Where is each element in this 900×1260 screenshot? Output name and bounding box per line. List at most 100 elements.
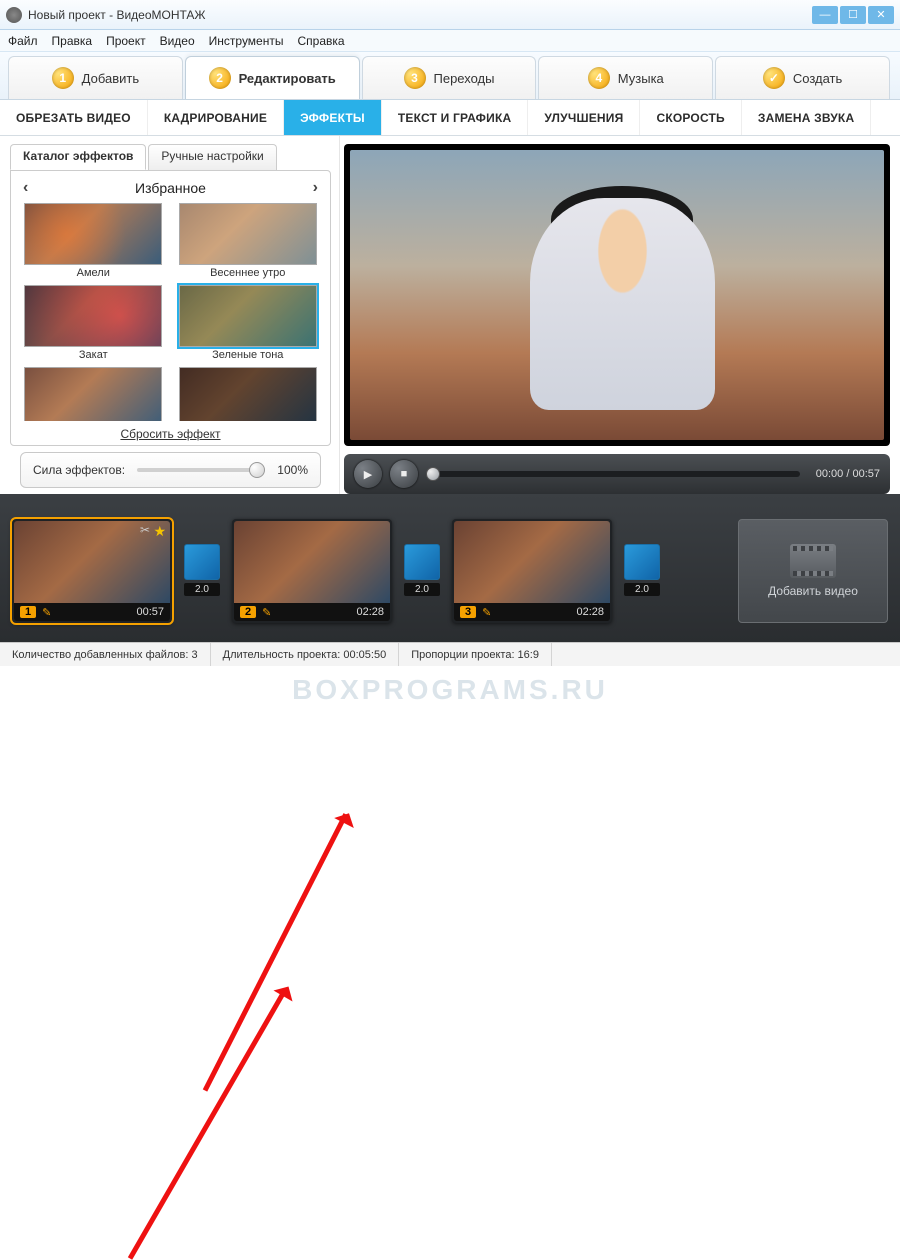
strength-slider[interactable] bbox=[137, 468, 265, 472]
chevron-right-icon[interactable]: › bbox=[313, 179, 318, 197]
step-label: Редактировать bbox=[239, 71, 336, 86]
player-controls: ▶ ■ 00:00 / 00:57 bbox=[344, 454, 890, 494]
effect-green-tones[interactable]: Зеленые тона bbox=[174, 285, 323, 363]
preview-frame-decor bbox=[530, 198, 716, 409]
effect-label: Зеленые тона bbox=[212, 349, 283, 363]
menu-video[interactable]: Видео bbox=[160, 34, 195, 48]
effect-label: Амели bbox=[77, 267, 110, 281]
effects-tabstrip: Каталог эффектов Ручные настройки bbox=[10, 144, 331, 170]
tab-replace-audio[interactable]: ЗАМЕНА ЗВУКА bbox=[742, 100, 871, 135]
transition-3[interactable]: 2.0 bbox=[622, 544, 662, 598]
window-controls: — ☐ ✕ bbox=[812, 6, 894, 24]
effect-reset-row: Сбросить эффект bbox=[15, 421, 326, 443]
transition-icon bbox=[404, 544, 440, 580]
clip-infobar: 2 ✎ 02:28 bbox=[234, 603, 390, 621]
clip-3[interactable]: 3 ✎ 02:28 bbox=[452, 519, 612, 623]
clip-infobar: 3 ✎ 02:28 bbox=[454, 603, 610, 621]
effect-thumb bbox=[179, 285, 317, 347]
tab-text-graphics[interactable]: ТЕКСТ И ГРАФИКА bbox=[382, 100, 528, 135]
menu-project[interactable]: Проект bbox=[106, 34, 146, 48]
star-icon[interactable]: ★ bbox=[153, 523, 166, 540]
tab-enhancements[interactable]: УЛУЧШЕНИЯ bbox=[528, 100, 640, 135]
transition-duration: 2.0 bbox=[624, 583, 660, 596]
tab-crop[interactable]: КАДРИРОВАНИЕ bbox=[148, 100, 284, 135]
menu-file[interactable]: Файл bbox=[8, 34, 38, 48]
titlebar: Новый проект - ВидеоМОНТАЖ — ☐ ✕ bbox=[0, 0, 900, 30]
effect-thumb bbox=[24, 203, 162, 265]
menu-help[interactable]: Справка bbox=[297, 34, 344, 48]
transition-1[interactable]: 2.0 bbox=[182, 544, 222, 598]
step-transitions[interactable]: 3Переходы bbox=[362, 56, 537, 99]
tab-effects[interactable]: ЭФФЕКТЫ bbox=[284, 100, 382, 135]
seek-knob-icon[interactable] bbox=[426, 467, 440, 481]
transition-2[interactable]: 2.0 bbox=[402, 544, 442, 598]
step-music[interactable]: 4Музыка bbox=[538, 56, 713, 99]
step-edit[interactable]: 2 Редактировать bbox=[185, 56, 360, 99]
reset-effect-link[interactable]: Сбросить эффект bbox=[120, 427, 220, 441]
edit-subtabs: ОБРЕЗАТЬ ВИДЕО КАДРИРОВАНИЕ ЭФФЕКТЫ ТЕКС… bbox=[0, 100, 900, 136]
add-video-button[interactable]: Добавить видео bbox=[738, 519, 888, 623]
effects-category-title: Избранное bbox=[135, 180, 206, 196]
menubar: Файл Правка Проект Видео Инструменты Спр… bbox=[0, 30, 900, 52]
effect-thumb bbox=[179, 203, 317, 265]
clip-duration: 02:28 bbox=[356, 606, 384, 618]
watermark-text: BOXPROGRAMS.RU bbox=[0, 674, 900, 706]
window-title: Новый проект - ВидеоМОНТАЖ bbox=[28, 8, 206, 22]
clip-duration: 00:57 bbox=[136, 606, 164, 618]
maximize-button[interactable]: ☐ bbox=[840, 6, 866, 24]
preview-panel: ▶ ■ 00:00 / 00:57 bbox=[340, 136, 900, 494]
menu-tools[interactable]: Инструменты bbox=[209, 34, 284, 48]
tab-effects-manual[interactable]: Ручные настройки bbox=[148, 144, 276, 170]
clip-2[interactable]: 2 ✎ 02:28 bbox=[232, 519, 392, 623]
step-number-icon: 2 bbox=[209, 67, 231, 89]
effect-item[interactable] bbox=[174, 367, 323, 421]
app-icon bbox=[6, 7, 22, 23]
close-button[interactable]: ✕ bbox=[868, 6, 894, 24]
pencil-icon[interactable]: ✎ bbox=[262, 606, 271, 619]
effect-ameli[interactable]: Амели bbox=[19, 203, 168, 281]
effect-item[interactable] bbox=[19, 367, 168, 421]
clip-number: 3 bbox=[460, 606, 476, 618]
effect-strength-row: Сила эффектов: 100% bbox=[20, 452, 321, 488]
menu-edit[interactable]: Правка bbox=[52, 34, 93, 48]
player-seekbar[interactable] bbox=[426, 471, 800, 477]
add-video-label: Добавить видео bbox=[768, 584, 858, 598]
step-create[interactable]: Создать bbox=[715, 56, 890, 99]
scissors-icon[interactable]: ✂ bbox=[140, 523, 150, 537]
pencil-icon[interactable]: ✎ bbox=[42, 606, 51, 619]
clip-number: 1 bbox=[20, 606, 36, 618]
stop-button[interactable]: ■ bbox=[390, 460, 418, 488]
step-label: Переходы bbox=[434, 71, 495, 86]
clip-infobar: 1 ✎ 00:57 bbox=[14, 603, 170, 621]
play-button[interactable]: ▶ bbox=[354, 460, 382, 488]
clip-1[interactable]: ✂ ★ 1 ✎ 00:57 bbox=[12, 519, 172, 623]
minimize-button[interactable]: — bbox=[812, 6, 838, 24]
tab-speed[interactable]: СКОРОСТЬ bbox=[640, 100, 741, 135]
timeline-strip[interactable]: ✂ ★ 1 ✎ 00:57 2.0 2 ✎ 02:28 2.0 3 ✎ 02:2… bbox=[0, 494, 900, 642]
effect-sunset[interactable]: Закат bbox=[19, 285, 168, 363]
slider-knob-icon[interactable] bbox=[249, 462, 265, 478]
effect-spring-morning[interactable]: Весеннее утро bbox=[174, 203, 323, 281]
film-icon bbox=[790, 544, 836, 578]
transition-icon bbox=[184, 544, 220, 580]
player-timecode: 00:00 / 00:57 bbox=[816, 468, 880, 480]
step-label: Добавить bbox=[82, 71, 139, 86]
main-area: Каталог эффектов Ручные настройки ‹ Избр… bbox=[0, 136, 900, 494]
step-label: Создать bbox=[793, 71, 842, 86]
chevron-left-icon[interactable]: ‹ bbox=[23, 179, 28, 197]
transition-duration: 2.0 bbox=[404, 583, 440, 596]
tab-effects-catalog[interactable]: Каталог эффектов bbox=[10, 144, 146, 170]
status-duration: Длительность проекта: 00:05:50 bbox=[211, 643, 400, 666]
effects-body: ‹ Избранное › Амели Весеннее утро Закат … bbox=[10, 170, 331, 446]
effects-grid[interactable]: Амели Весеннее утро Закат Зеленые тона bbox=[15, 203, 326, 421]
video-preview[interactable] bbox=[344, 144, 890, 446]
clip-thumb bbox=[234, 521, 390, 603]
strength-label: Сила эффектов: bbox=[33, 463, 125, 477]
clip-number: 2 bbox=[240, 606, 256, 618]
pencil-icon[interactable]: ✎ bbox=[482, 606, 491, 619]
effects-category-header: ‹ Избранное › bbox=[15, 177, 326, 203]
status-file-count: Количество добавленных файлов: 3 bbox=[0, 643, 211, 666]
step-add[interactable]: 1Добавить bbox=[8, 56, 183, 99]
tab-trim[interactable]: ОБРЕЗАТЬ ВИДЕО bbox=[0, 100, 148, 135]
clip-thumb bbox=[454, 521, 610, 603]
